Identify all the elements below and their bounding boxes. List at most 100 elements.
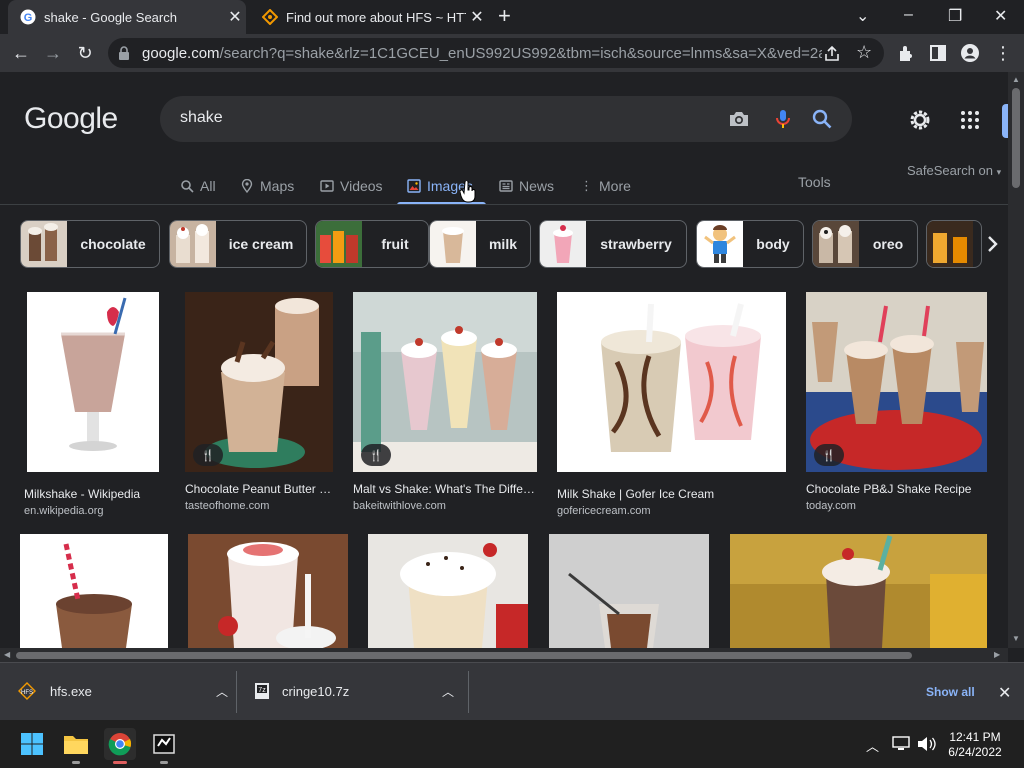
tab-google-search[interactable]: G shake - Google Search ✕ <box>8 0 246 34</box>
safesearch-toggle[interactable]: SafeSearch on ▾ <box>907 163 1001 178</box>
image-result[interactable] <box>730 534 987 648</box>
profile-icon[interactable] <box>960 43 980 63</box>
camera-icon[interactable] <box>728 108 750 130</box>
tab-more[interactable]: ⋮ More <box>580 172 631 200</box>
search-icon[interactable] <box>811 108 833 130</box>
scrollbar-thumb[interactable] <box>1012 88 1020 188</box>
tab-news[interactable]: News <box>499 172 554 200</box>
google-favicon-icon: G <box>20 9 36 25</box>
result-caption[interactable]: Chocolate Peanut Butter Milkshake <box>185 482 333 496</box>
download-item-hfs[interactable]: HFS hfs.exe ︿ <box>18 671 228 711</box>
restore-icon[interactable]: ❐ <box>948 6 962 26</box>
show-all-button[interactable]: Show all <box>926 685 975 699</box>
horizontal-scrollbar[interactable]: ◀ ▶ <box>0 648 1008 662</box>
tab-close-icon[interactable]: ✕ <box>224 7 246 27</box>
tab-all[interactable]: All <box>180 172 216 200</box>
header-divider <box>0 204 1008 205</box>
google-apps-icon[interactable] <box>960 110 980 130</box>
tab-search-chevron-icon[interactable]: ⌄ <box>856 6 869 26</box>
hfs-taskbar-button[interactable] <box>148 728 180 764</box>
url-text[interactable]: google.com/search?q=shake&rlz=1C1GCEU_en… <box>142 45 822 62</box>
scroll-down-icon[interactable]: ▼ <box>1012 634 1020 643</box>
search-input[interactable]: shake <box>180 109 223 127</box>
screen: G shake - Google Search ✕ Find out more … <box>0 0 1024 768</box>
chip-strawberry[interactable]: strawberry <box>539 220 687 268</box>
image-result[interactable]: Milkshake - Wikipedia en.wikipedia.org <box>24 292 160 517</box>
result-caption[interactable]: Chocolate PB&J Shake Recipe <box>806 482 987 496</box>
vertical-scrollbar[interactable]: ▲ ▼ <box>1008 72 1024 648</box>
chip-milk[interactable]: milk <box>429 220 531 268</box>
result-image[interactable]: 🍴 <box>185 292 333 472</box>
chevron-up-icon[interactable]: ︿ <box>442 683 454 700</box>
scroll-right-icon[interactable]: ▶ <box>994 650 1000 659</box>
chip-body[interactable]: body <box>696 220 804 268</box>
search-nav-tabs: All Maps Videos Images News ⋮ More <box>0 168 1008 204</box>
back-icon[interactable]: ← <box>10 42 32 64</box>
scroll-left-icon[interactable]: ◀ <box>4 650 10 659</box>
image-result[interactable] <box>188 534 348 648</box>
network-icon[interactable] <box>892 736 910 752</box>
image-result[interactable]: 🍴 Malt vs Shake: What's The Difference b… <box>353 292 537 512</box>
chip-fruit[interactable]: fruit <box>315 220 429 268</box>
hfs-file-icon: HFS <box>18 682 36 700</box>
chevron-up-icon[interactable]: ︿ <box>216 683 228 700</box>
file-explorer-button[interactable] <box>60 728 92 764</box>
volume-icon[interactable] <box>916 736 936 752</box>
result-source[interactable]: today.com <box>806 500 987 512</box>
image-result[interactable]: Milk Shake | Gofer Ice Cream gofericecre… <box>557 292 786 517</box>
search-box[interactable]: shake <box>160 96 852 142</box>
result-source[interactable]: gofericecream.com <box>557 505 786 517</box>
result-caption[interactable]: Malt vs Shake: What's The Difference <box>353 482 537 496</box>
microphone-icon[interactable] <box>772 108 794 130</box>
close-download-bar-icon[interactable]: ✕ <box>998 683 1011 703</box>
scrollbar-thumb[interactable] <box>16 652 912 659</box>
image-result[interactable]: 🍴 Chocolate Peanut Butter Milkshake tast… <box>185 292 333 512</box>
chip-oreo[interactable]: oreo <box>812 220 918 268</box>
google-logo[interactable]: Google <box>24 102 118 136</box>
extensions-icon[interactable] <box>896 43 916 63</box>
result-caption[interactable]: Milkshake - Wikipedia <box>24 487 160 501</box>
tray-overflow-chevron-icon[interactable]: ︿ <box>866 736 879 755</box>
tools-button[interactable]: Tools <box>798 174 831 190</box>
tab-maps[interactable]: Maps <box>240 172 294 200</box>
result-caption[interactable]: Milk Shake | Gofer Ice Cream <box>557 487 786 501</box>
close-window-icon[interactable]: ✕ <box>994 6 1007 26</box>
reload-icon[interactable]: ↻ <box>74 42 96 64</box>
result-image[interactable]: 🍴 <box>353 292 537 472</box>
scroll-up-icon[interactable]: ▲ <box>1012 75 1020 84</box>
image-result[interactable] <box>20 534 168 648</box>
new-tab-icon[interactable]: + <box>498 5 511 27</box>
chip-ice-cream[interactable]: ice cream <box>169 220 307 268</box>
address-bar[interactable]: google.com/search?q=shake&rlz=1C1GCEU_en… <box>108 38 884 68</box>
result-source[interactable]: en.wikipedia.org <box>24 505 160 517</box>
menu-kebab-icon[interactable]: ⋮ <box>992 42 1014 64</box>
image-result[interactable] <box>368 534 528 648</box>
chrome-taskbar-button[interactable] <box>104 728 136 764</box>
start-button[interactable] <box>16 728 48 760</box>
result-source[interactable]: bakeitwithlove.com <box>353 500 537 512</box>
tab-close-icon[interactable]: ✕ <box>466 7 488 27</box>
tab-hfs[interactable]: Find out more about HFS ~ HTTP File Serv… <box>250 0 488 34</box>
tab-videos[interactable]: Videos <box>320 172 383 200</box>
chip-chocolate[interactable]: chocolate <box>20 220 160 268</box>
forward-icon[interactable]: → <box>42 42 64 64</box>
tab-label: Maps <box>260 178 295 194</box>
system-clock[interactable]: 12:41 PM 6/24/2022 <box>940 730 1010 760</box>
tab-label: All <box>200 178 216 194</box>
side-panel-icon[interactable] <box>928 43 948 63</box>
hand-cursor-icon <box>460 181 476 203</box>
minimize-icon[interactable]: – <box>904 6 913 24</box>
chips-next-button[interactable] <box>974 224 1008 264</box>
bookmark-star-icon[interactable]: ☆ <box>856 42 872 63</box>
chip-label: ice cream <box>228 236 294 252</box>
result-source[interactable]: tasteofhome.com <box>185 500 333 512</box>
result-image[interactable] <box>557 292 786 472</box>
result-image[interactable] <box>27 292 159 472</box>
url-host: google.com <box>142 45 220 62</box>
share-icon[interactable] <box>822 44 842 64</box>
result-image[interactable]: 🍴 <box>806 292 987 472</box>
image-result[interactable]: 🍴 Chocolate PB&J Shake Recipe today.com <box>806 292 987 512</box>
download-item-cringe[interactable]: 7z cringe10.7z ︿ <box>254 671 454 711</box>
image-result[interactable] <box>549 534 709 648</box>
settings-gear-icon[interactable] <box>908 108 932 132</box>
